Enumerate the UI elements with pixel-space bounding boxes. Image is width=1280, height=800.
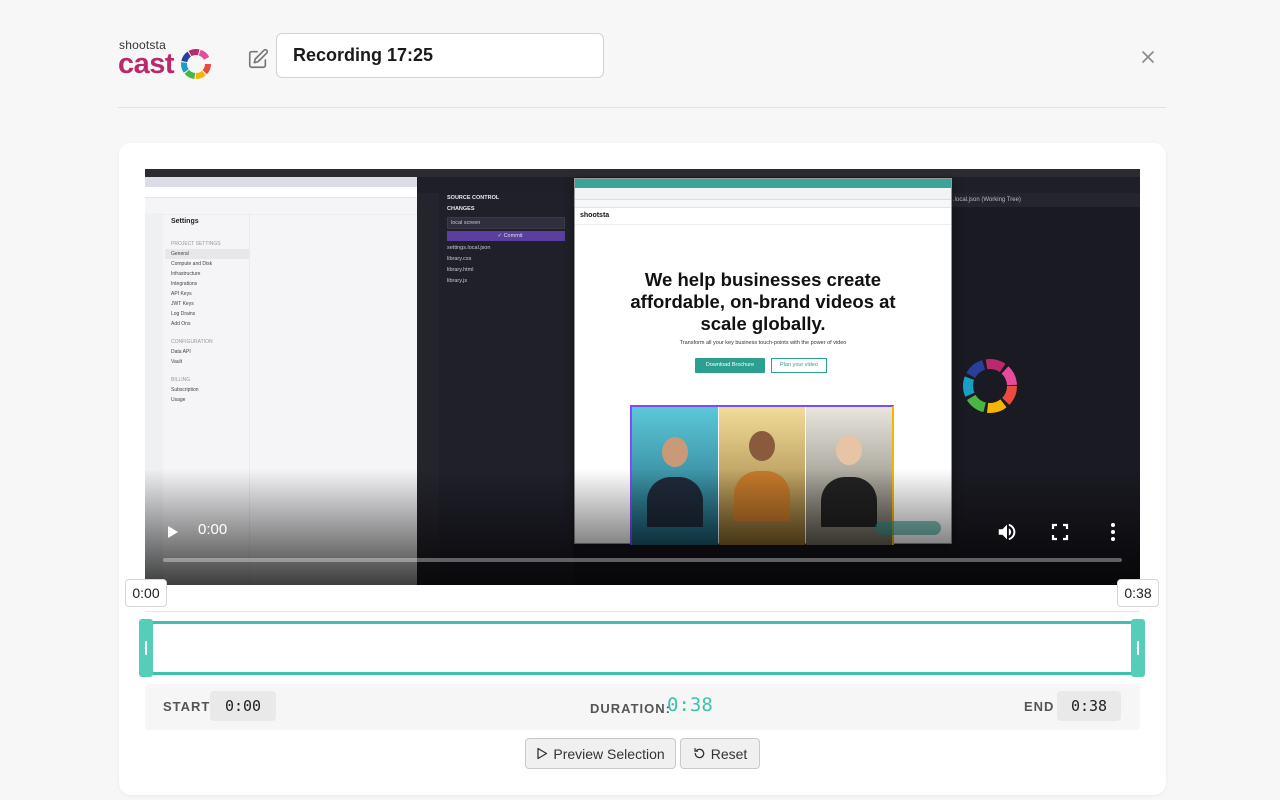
fullscreen-icon[interactable]: [1050, 522, 1070, 542]
nav-item: General: [165, 249, 249, 259]
headline-line: We help businesses create: [644, 269, 882, 290]
changed-file: library.js: [447, 278, 468, 284]
end-value: 0:38: [1057, 691, 1121, 721]
duration-label: DURATION:: [590, 701, 671, 716]
close-icon[interactable]: [1138, 47, 1158, 67]
logo-main-text: cast: [118, 48, 175, 80]
nav-item: Infrastructure: [171, 271, 201, 277]
settings-heading: Settings: [171, 218, 199, 225]
nav-item: Add Ons: [171, 321, 191, 327]
preview-selection-button[interactable]: Preview Selection: [525, 738, 676, 769]
play-icon[interactable]: [162, 522, 182, 542]
recording-title-input[interactable]: [276, 33, 604, 78]
billing-heading: BILLING: [171, 377, 191, 383]
site-subtitle: Transform all your key business touch-po…: [679, 340, 847, 346]
commit-label: ✓ Commit: [447, 231, 565, 241]
site-brand: shootsta: [575, 208, 951, 225]
volume-icon[interactable]: [996, 521, 1018, 543]
logo-ring-icon: [181, 49, 211, 79]
project-settings-heading: PROJECT SETTINGS: [171, 241, 221, 247]
trim-selection-range[interactable]: [145, 621, 1140, 675]
end-label: END: [1024, 699, 1055, 714]
changed-file: settings.local.json: [447, 245, 491, 251]
current-time: 0:00: [198, 521, 228, 538]
timeline-divider: [145, 611, 1140, 612]
nav-item: Integrations: [171, 281, 198, 287]
nav-item: Data API: [171, 349, 191, 355]
site-download-button: Download Brochure: [695, 358, 765, 373]
nav-item: JWT Keys: [171, 301, 194, 307]
site-plan-button: Plan your video: [771, 358, 827, 373]
changed-file: library.html: [447, 267, 474, 273]
nav-item: Usage: [171, 397, 186, 403]
headline-line: affordable, on-brand videos at: [630, 291, 896, 312]
reset-icon: [694, 748, 705, 759]
site-headline: We help businesses create affordable, on…: [575, 269, 951, 335]
start-value: 0:00: [210, 691, 276, 721]
nav-item: Vault: [171, 359, 183, 365]
configuration-heading: CONFIGURATION: [171, 339, 213, 345]
header: shootsta cast: [118, 30, 1166, 108]
nav-item: Subscription: [171, 387, 199, 393]
mac-menu-bar: [145, 169, 1140, 177]
duration-value: 0:38: [667, 694, 713, 716]
end-time-marker: 0:38: [1117, 579, 1159, 607]
trim-start-handle[interactable]: [139, 619, 153, 677]
preview-selection-label: Preview Selection: [553, 745, 665, 762]
commit-message: local screen: [447, 217, 565, 229]
play-outline-icon: [537, 747, 548, 760]
headline-line: scale globally.: [700, 313, 826, 334]
nav-item: Compute and Disk: [171, 261, 213, 267]
source-control-heading: SOURCE CONTROL: [447, 195, 500, 201]
floating-logo-ring-icon: [963, 359, 1017, 413]
video-player[interactable]: Settings PROJECT SETTINGS General Comput…: [145, 169, 1140, 585]
nav-item: API Keys: [171, 291, 192, 297]
changed-file: library.css: [447, 256, 472, 262]
shootsta-cast-logo: shootsta cast: [118, 38, 214, 80]
trim-end-handle[interactable]: [1131, 619, 1145, 677]
start-label: START: [163, 699, 211, 714]
nav-item: Log Drains: [171, 311, 196, 317]
more-options-icon[interactable]: [1108, 521, 1118, 543]
video-progress-bar[interactable]: [163, 558, 1122, 562]
video-controls-shade: [145, 469, 1140, 585]
edit-title-icon[interactable]: [247, 48, 269, 70]
reset-button[interactable]: Reset: [680, 738, 760, 769]
start-time-marker: 0:00: [125, 579, 167, 607]
changes-heading: CHANGES: [447, 206, 475, 212]
reset-label: Reset: [710, 745, 748, 762]
